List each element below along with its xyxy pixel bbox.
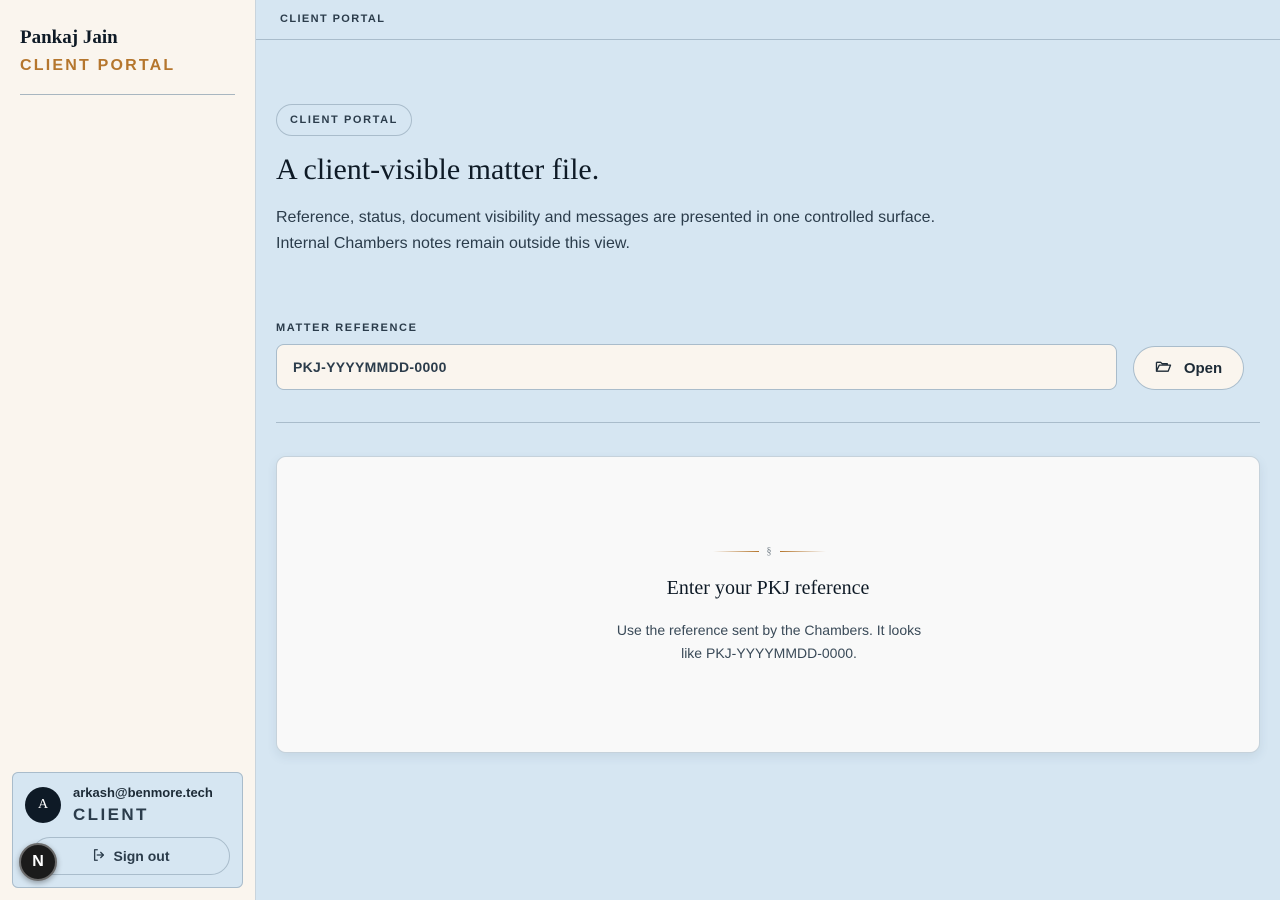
empty-state-title: Enter your PKJ reference — [666, 577, 870, 599]
page-description: Reference, status, document visibility a… — [276, 205, 976, 257]
empty-state-line-1: Use the reference sent by the Chambers. … — [616, 622, 922, 638]
brand[interactable]: Pankaj Jain CLIENT PORTAL — [20, 27, 235, 76]
ornament: § — [705, 545, 833, 557]
dev-tools-badge[interactable]: N — [19, 843, 57, 881]
topbar: CLIENT PORTAL — [256, 0, 1280, 40]
section-pill: CLIENT PORTAL — [276, 104, 412, 136]
empty-state-body: Use the reference sent by the Chambers. … — [604, 619, 934, 665]
account-role: CLIENT — [73, 805, 149, 824]
empty-state-line-2: like PKJ-YYYYMMDD-0000. — [681, 645, 857, 661]
matter-reference-input[interactable] — [276, 344, 1117, 390]
open-button[interactable]: Open — [1133, 346, 1244, 390]
empty-state-card: § Enter your PKJ reference Use the refer… — [276, 456, 1260, 753]
ornament-line-right — [779, 550, 826, 552]
description-line-1: Reference, status, document visibility a… — [276, 209, 936, 226]
sign-out-button[interactable]: Sign out — [31, 837, 230, 875]
sidebar-divider — [20, 94, 235, 95]
section-divider — [276, 422, 1260, 423]
page-title: A client-visible matter file. — [276, 153, 600, 186]
sign-out-icon — [92, 848, 106, 865]
account-email: arkash@benmore.tech — [73, 785, 213, 800]
section-mark-icon: § — [766, 545, 772, 557]
folder-open-icon — [1155, 359, 1172, 378]
avatar: A — [25, 787, 61, 823]
matter-reference-label: MATTER REFERENCE — [276, 322, 418, 334]
brand-subtitle: CLIENT PORTAL — [20, 57, 176, 74]
open-label: Open — [1183, 359, 1223, 377]
topbar-title: CLIENT PORTAL — [280, 13, 386, 25]
sign-out-label: Sign out — [113, 848, 170, 864]
sidebar: Pankaj Jain CLIENT PORTAL A arkash@benmo… — [0, 0, 256, 900]
description-line-2: Internal Chambers notes remain outside t… — [276, 235, 630, 252]
brand-name: Pankaj Jain — [20, 27, 118, 48]
ornament-line-left — [712, 550, 759, 552]
